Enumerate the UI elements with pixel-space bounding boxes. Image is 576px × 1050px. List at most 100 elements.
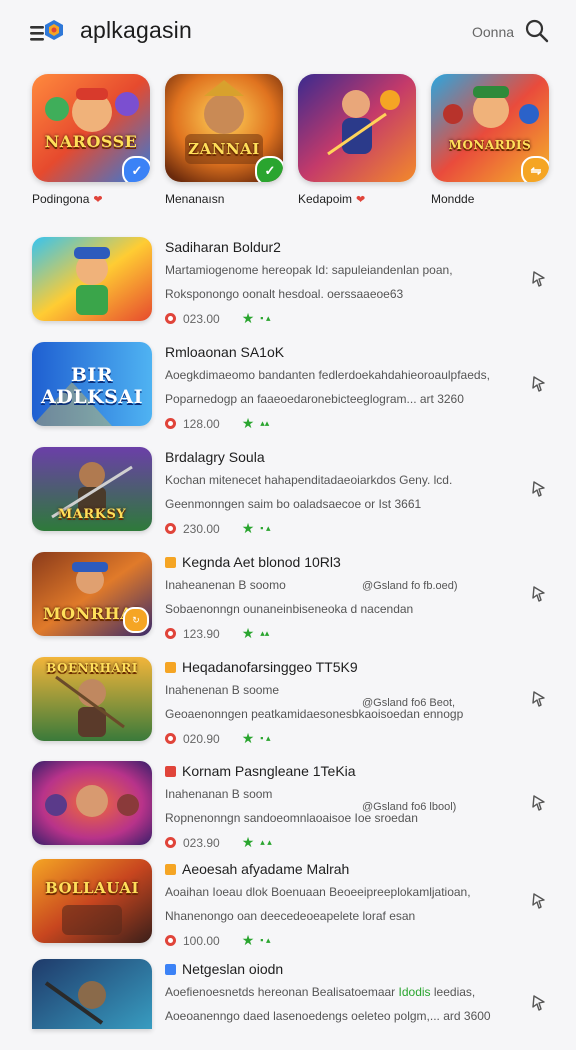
- list-thumbnail: BIR ADLKSAI: [32, 342, 152, 426]
- list-item-description-text: Aoefienoesnetds hereonan Bealisatoemaar: [165, 985, 396, 999]
- pin-icon[interactable]: [530, 375, 548, 393]
- rating-stars-icon: ▴▴: [260, 418, 270, 428]
- featured-label-text: Podingona: [32, 192, 90, 206]
- list-item-meta: 020.90 ★ ▪ ▴: [165, 730, 270, 747]
- swap-badge-icon: ⇋: [521, 156, 549, 182]
- list-item-size: 020.90: [183, 731, 220, 746]
- download-icon: [165, 523, 176, 534]
- list-item-meta: 023.90 ★ ▴ ▴: [165, 834, 272, 851]
- list-thumb-title: BOLLAUAI: [44, 879, 140, 897]
- download-icon: [165, 733, 176, 744]
- heart-icon: ❤: [93, 193, 103, 206]
- star-icon: ★: [241, 520, 255, 536]
- list-thumbnail: MONRHAI ↻: [32, 552, 152, 636]
- pin-icon[interactable]: [530, 480, 548, 498]
- category-tag-icon: [165, 765, 176, 777]
- pin-icon[interactable]: [530, 794, 548, 812]
- list-item-description-2: Geoaenonngen peatkamidaesonesbkaoisoedan…: [165, 707, 464, 721]
- featured-thumb-title: MONARDIS: [448, 138, 532, 152]
- list-item-description: Aoaihan Ioeau dlok Boenuaan Beoeeipreepl…: [165, 885, 471, 899]
- star-icon: ★: [241, 932, 255, 948]
- featured-card[interactable]: NAROSSE ✓ Podingona ❤: [32, 74, 152, 206]
- list-item-aside: @Gsland fo fb.oed): [362, 580, 458, 592]
- category-tag-icon: [165, 556, 176, 568]
- list-item[interactable]: Sadiharan Boldur2 Martamiogenome hereopa…: [0, 232, 576, 328]
- pin-icon[interactable]: [530, 585, 548, 603]
- list-item-title: Netgeslan oiodn: [165, 961, 283, 977]
- featured-label: Menanaısn: [165, 192, 285, 206]
- list-item-title-text: Kornam Pasngleane 1TeKia: [182, 763, 356, 779]
- rating-stars-icon: ▪ ▴: [260, 313, 271, 323]
- list-item-title-text: Rmloaonan SA1oK: [165, 344, 285, 360]
- list-thumbnail: [32, 237, 152, 321]
- list-item-title: Kegnda Aet blonod 10Rl3: [165, 554, 341, 570]
- download-icon: [165, 418, 176, 429]
- list-item-size: 023.00: [183, 311, 220, 326]
- list-thumbnail: BOENRHARI: [32, 657, 152, 741]
- featured-thumbnail: MONARDIS ⇋: [431, 74, 549, 182]
- rating-stars-icon: ▴ ▴: [260, 837, 272, 847]
- list-item-size: 230.00: [183, 521, 220, 536]
- pin-icon[interactable]: [530, 994, 548, 1012]
- list-thumbnail: [32, 761, 152, 845]
- list-item[interactable]: MARKSY Brdalagry Soula Kochan mitenecet …: [0, 442, 576, 538]
- list-item-description-2: Ropnenonngn sandoeomnlaoaisoe Ioe sroeda…: [165, 811, 418, 825]
- list-item[interactable]: BIR ADLKSAI Rmloaonan SA1oK Aoegkdimaeom…: [0, 337, 576, 433]
- list-thumbnail: BOLLAUAI: [32, 859, 152, 943]
- rating-stars-icon: ▪ ▴: [260, 733, 271, 743]
- download-icon: [165, 837, 176, 848]
- pin-icon[interactable]: [530, 892, 548, 910]
- heart-icon: ❤: [356, 193, 366, 206]
- list-item-meta: 128.00 ★ ▴▴: [165, 415, 269, 432]
- list-item-description: Kochan mitenecet hahapenditadaeoiarkdos …: [165, 473, 453, 487]
- list-item-highlight: Idodis: [398, 985, 431, 999]
- check-badge-icon: ✓: [255, 156, 283, 182]
- pin-icon[interactable]: [530, 690, 548, 708]
- list-item-title: Rmloaonan SA1oK: [165, 344, 284, 360]
- list-item[interactable]: MONRHAI ↻ Kegnda Aet blonod 10Rl3 Inahea…: [0, 547, 576, 643]
- list-item-title: Kornam Pasngleane 1TeKia: [165, 763, 356, 779]
- star-icon: ★: [241, 415, 255, 431]
- list-item[interactable]: Netgeslan oiodn Aoefienoesnetds hereonan…: [0, 954, 576, 1050]
- list-item-description: Martamiogenome hereopak Id: sapuleianden…: [165, 263, 453, 277]
- list-item-description-2: Roksponongo oonalt hesdoal. oerssaaeoe63: [165, 287, 404, 301]
- list-item[interactable]: Kornam Pasngleane 1TeKia Inahenanan B so…: [0, 756, 576, 852]
- menu-icon[interactable]: [30, 18, 66, 46]
- list-item-description: Inahenanan B soom: [165, 787, 273, 801]
- list-item-description-2: Aoeoanenngo daed lasenoedengs oeleteo po…: [165, 1009, 491, 1023]
- featured-card[interactable]: MONARDIS ⇋ Mondde: [431, 74, 551, 206]
- app-title: aplkagasin: [80, 17, 192, 43]
- list-item-meta: 230.00 ★ ▪ ▴: [165, 520, 270, 537]
- featured-label: Mondde: [431, 192, 551, 206]
- list-item-meta: 123.90 ★ ▴▴: [165, 625, 269, 642]
- list-item-title-text: Aeoesah afyadame Malrah: [182, 861, 350, 877]
- search-icon[interactable]: [524, 18, 550, 44]
- featured-card[interactable]: ZANNAI ✓ Menanaısn: [165, 74, 285, 206]
- star-icon: ★: [241, 834, 255, 850]
- list-item-description-2: Sobaenonngn ounaneinbiseneoka d nacendan: [165, 602, 414, 616]
- list-item-title-text: Kegnda Aet blonod 10Rl3: [182, 554, 341, 570]
- rating-stars-icon: ▪ ▴: [260, 523, 271, 533]
- featured-card[interactable]: Kedapoim ❤: [298, 74, 418, 206]
- featured-label: Kedapoim ❤: [298, 192, 418, 206]
- header-link[interactable]: Oonna: [472, 24, 514, 40]
- list-item-title-text: Brdalagry Soula: [165, 449, 265, 465]
- list-item-meta: 023.00 ★ ▪ ▴: [165, 310, 270, 327]
- featured-thumbnail: ZANNAI ✓: [165, 74, 283, 182]
- pin-icon[interactable]: [530, 270, 548, 288]
- list-thumb-title: BOENRHARI: [46, 661, 138, 675]
- list-item[interactable]: BOENRHARI Heqadanofarsinggeo TT5K9 Inahe…: [0, 652, 576, 748]
- category-tag-icon: [165, 963, 176, 975]
- featured-label-text: Kedapoim: [298, 192, 353, 206]
- featured-thumbnail: NAROSSE ✓: [32, 74, 150, 182]
- list-item-description-2: Poparnedogp an faaeoedaronebicteeglogram…: [165, 392, 464, 406]
- list-item-description: Aoegkdimaeomo bandanten fedlerdoekahdahi…: [165, 368, 490, 382]
- list-item[interactable]: BOLLAUAI Aeoesah afyadame Malrah Aoaihan…: [0, 854, 576, 950]
- list-item-title: Heqadanofarsinggeo TT5K9: [165, 659, 358, 675]
- check-badge-icon: ✓: [122, 156, 150, 182]
- list-item-description: Inaheanenan B soomo: [165, 578, 286, 592]
- update-badge-icon: ↻: [123, 607, 149, 633]
- featured-carousel: NAROSSE ✓ Podingona ❤ ZANNAI ✓ Menanaısn: [0, 74, 576, 214]
- star-icon: ★: [241, 310, 255, 326]
- list-item-title-text: Heqadanofarsinggeo TT5K9: [182, 659, 358, 675]
